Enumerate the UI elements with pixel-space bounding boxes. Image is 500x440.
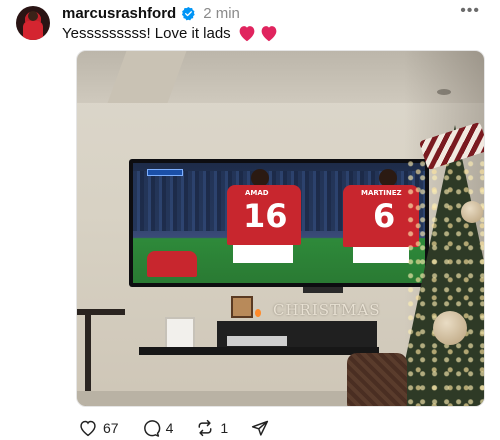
- jersey-number: 6: [373, 197, 396, 235]
- reply-button[interactable]: 4: [141, 419, 174, 437]
- repost-button[interactable]: 1: [195, 419, 228, 437]
- avatar-shirt: [23, 21, 43, 40]
- share-button[interactable]: [250, 419, 270, 437]
- verified-badge-icon: [182, 6, 195, 20]
- like-count: 67: [103, 420, 119, 436]
- tree-bauble: [433, 311, 467, 345]
- username[interactable]: marcusrashford: [62, 5, 176, 22]
- red-heart-icon: [261, 26, 277, 42]
- jersey-number: 16: [243, 197, 288, 235]
- red-heart-icon: [239, 26, 255, 42]
- more-horizontal-icon[interactable]: •••: [460, 2, 480, 20]
- heart-outline-icon: [80, 420, 96, 437]
- tv-screen: AMAD 16 MARTINEZ 6: [133, 163, 425, 283]
- media-devices: [227, 336, 287, 346]
- player-shirt: [147, 251, 197, 277]
- television: AMAD 16 MARTINEZ 6: [129, 159, 429, 287]
- post-caption: Yesssssssss! Love it lads: [62, 24, 231, 42]
- like-button[interactable]: 67: [78, 419, 119, 437]
- picture-frame: [165, 317, 195, 351]
- player-shorts: [233, 245, 293, 263]
- send-icon: [252, 420, 269, 436]
- scorebug: [147, 169, 183, 176]
- post-text: Yesssssssss! Love it lads: [62, 24, 279, 42]
- post-header: marcusrashford 2 min: [62, 4, 240, 22]
- christmas-sign: CHRISTMAS: [273, 301, 381, 319]
- avatar[interactable]: [16, 6, 50, 40]
- reply-count: 4: [165, 420, 174, 436]
- tree-bauble: [461, 201, 483, 223]
- post-actions: 67 4 1: [78, 418, 292, 438]
- jersey-name: AMAD: [245, 189, 269, 197]
- wicker-basket: [347, 353, 407, 406]
- timestamp: 2 min: [203, 4, 240, 22]
- tree-lights: [407, 161, 484, 406]
- photo-frame: [231, 296, 253, 318]
- floating-shelf: [139, 347, 379, 355]
- repost-icon: [198, 419, 212, 437]
- emoji-group: [237, 24, 279, 42]
- candle: [255, 309, 261, 317]
- avatar-head: [28, 11, 38, 21]
- repost-count: 1: [220, 420, 229, 436]
- post-image[interactable]: AMAD 16 MARTINEZ 6 CHRISTMAS: [76, 50, 485, 407]
- comment-icon: [143, 420, 160, 437]
- tv-mount: [303, 287, 343, 293]
